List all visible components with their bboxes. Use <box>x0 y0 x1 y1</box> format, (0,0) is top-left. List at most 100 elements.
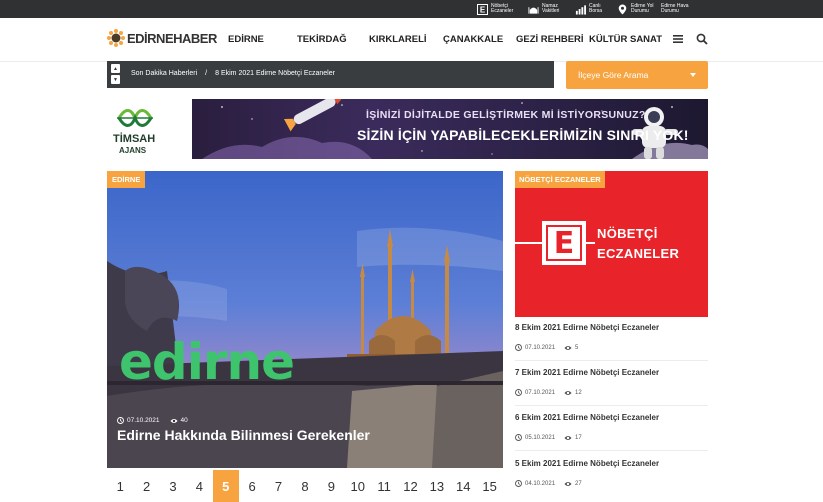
chart-bars-icon <box>575 4 586 15</box>
clock-icon <box>117 417 124 424</box>
ticker-down-arrow-icon[interactable]: ▼ <box>111 75 120 84</box>
hero-date: 07.10.2021 <box>117 417 160 424</box>
list-item[interactable]: 5 Ekim 2021 Edirne Nöbetçi Eczaneler 04.… <box>515 459 708 497</box>
pharmacy-e-icon: E <box>477 3 488 15</box>
page-6-button[interactable]: 6 <box>239 470 265 502</box>
image-text-line1: NÖBETÇİ <box>597 226 658 241</box>
page-14-button[interactable]: 14 <box>450 470 476 502</box>
topbar-pharmacy-label: Nöbetçi Eczaneler <box>491 3 514 14</box>
list-item-date: 04.10.2021 <box>525 480 556 487</box>
topbar-prayer-label: Namaz Vakitleri <box>542 3 560 14</box>
page-11-button[interactable]: 11 <box>371 470 397 502</box>
list-item-title[interactable]: 8 Ekim 2021 Edirne Nöbetçi Eczaneler <box>515 323 659 332</box>
topbar-weather-link[interactable]: Edirne Hava Durumu <box>661 1 695 17</box>
list-item-title[interactable]: 5 Ekim 2021 Edirne Nöbetçi Eczaneler <box>515 459 659 468</box>
page-12-button[interactable]: 12 <box>397 470 423 502</box>
banner-headline-1: İŞİNİZİ DİJİTALDE GELİŞTİRMEK Mİ İSTİYOR… <box>366 109 646 121</box>
page-3-button[interactable]: 3 <box>160 470 186 502</box>
image-line-left <box>515 242 542 244</box>
district-search-dropdown[interactable]: İlçeye Göre Arama <box>566 61 708 89</box>
image-line-right <box>586 242 595 244</box>
list-item-views: 12 <box>575 389 582 396</box>
search-icon[interactable] <box>696 33 708 45</box>
top-utility-bar: E Nöbetçi Eczaneler Namaz Vakitleri Canl… <box>0 0 823 18</box>
featured-news-slider[interactable]: edirne EDİRNE 07.10.2021 40 Edirne Hakkı… <box>107 171 503 468</box>
topbar-road-link[interactable]: Edirne Yol Durumu <box>617 1 657 17</box>
nav-canakkale[interactable]: ÇANAKKALE <box>443 34 503 45</box>
page-8-button[interactable]: 8 <box>292 470 318 502</box>
topbar-pharmacy-link[interactable]: E Nöbetçi Eczaneler <box>477 1 517 17</box>
page-2-button[interactable]: 2 <box>133 470 159 502</box>
list-item[interactable]: 7 Ekim 2021 Edirne Nöbetçi Eczaneler 07.… <box>515 368 708 406</box>
sidebar-category-badge[interactable]: NÖBETÇİ ECZANELER <box>515 171 605 188</box>
hamburger-menu-icon[interactable] <box>672 33 684 45</box>
ticker-up-arrow-icon[interactable]: ▲ <box>111 64 120 73</box>
topbar-stock-link[interactable]: Canlı Borsa <box>575 1 615 17</box>
list-item-meta: 07.10.2021 5 <box>515 344 578 351</box>
banner-headline-2: SİZİN İÇİN YAPABİLECEKLERİMİZİN SINIRI Y… <box>357 127 689 143</box>
list-item-meta: 04.10.2021 27 <box>515 480 582 487</box>
list-item-date: 07.10.2021 <box>525 389 556 396</box>
ticker-separator: / <box>205 70 208 77</box>
nav-kirklareli[interactable]: KIRKLARELİ <box>369 34 427 45</box>
page-1-button[interactable]: 1 <box>107 470 133 502</box>
topbar-prayer-link[interactable]: Namaz Vakitleri <box>528 1 568 17</box>
nav-tekirdag[interactable]: TEKİRDAĞ <box>297 34 347 45</box>
svg-text:E: E <box>480 5 486 14</box>
list-item-meta: 07.10.2021 12 <box>515 389 582 396</box>
nav-edirne[interactable]: EDİRNE <box>228 34 264 45</box>
hero-views-text: 40 <box>180 417 188 424</box>
topbar-road-label: Edirne Yol Durumu <box>631 3 654 14</box>
clock-icon <box>515 480 522 487</box>
list-item-date: 05.10.2021 <box>525 434 556 441</box>
ticker-headline[interactable]: 8 Ekim 2021 Edirne Nöbetçi Eczaneler <box>215 70 335 77</box>
hero-title[interactable]: Edirne Hakkında Bilinmesi Gerekenler <box>117 427 370 443</box>
hero-views: 40 <box>170 417 188 424</box>
list-item-title[interactable]: 7 Ekim 2021 Edirne Nöbetçi Eczaneler <box>515 368 659 377</box>
hero-meta: 07.10.2021 40 <box>117 417 188 424</box>
page-7-button[interactable]: 7 <box>265 470 291 502</box>
chevron-down-icon <box>690 73 696 77</box>
nav-kultur-sanat[interactable]: KÜLTÜR SANAT <box>589 34 662 45</box>
pharmacy-feature-image[interactable]: E NÖBETÇİ ECZANELER NÖBETÇİ ECZANELER <box>515 171 708 317</box>
hero-sign-letters: edirne <box>119 333 295 391</box>
page-10-button[interactable]: 10 <box>345 470 371 502</box>
logo-text: EDİRNEHABER <box>127 30 217 46</box>
banner-brand-name: TİMSAH <box>113 133 156 145</box>
page-9-button[interactable]: 9 <box>318 470 344 502</box>
page-4-button[interactable]: 4 <box>186 470 212 502</box>
site-header: EDİRNEHABER EDİRNE TEKİRDAĞ KIRKLARELİ Ç… <box>0 18 823 62</box>
timsah-logo-icon <box>117 109 153 127</box>
eye-icon <box>564 481 572 486</box>
hero-category-badge[interactable]: EDİRNE <box>107 171 146 188</box>
breaking-news-ticker: ▲ ▼ Son Dakika Haberleri / 8 Ekim 2021 Edi… <box>107 61 554 88</box>
list-item-date: 07.10.2021 <box>525 344 556 351</box>
pharmacy-e-mark: E <box>542 221 586 265</box>
banner-artwork: İŞİNİZİ DİJİTALDE GELİŞTİRMEK Mİ İSTİYOR… <box>192 99 708 159</box>
eye-icon <box>564 345 572 350</box>
slider-pagination: 1 2 3 4 5 6 7 8 9 10 11 12 13 14 15 <box>107 470 503 502</box>
page-5-button[interactable]: 5 <box>212 470 239 502</box>
hero-date-text: 07.10.2021 <box>127 417 160 424</box>
topbar-weather-label: Edirne Hava Durumu <box>661 3 689 14</box>
list-item[interactable]: 8 Ekim 2021 Edirne Nöbetçi Eczaneler 07.… <box>515 323 708 361</box>
pharmacy-e-letter: E <box>546 225 582 261</box>
page-15-button[interactable]: 15 <box>476 470 502 502</box>
ticker-label: Son Dakika Haberleri <box>131 70 198 77</box>
topbar-stock-label: Canlı Borsa <box>589 3 603 14</box>
advertisement-banner[interactable]: TİMSAH AJANS İŞİNİZİ DİJİTALDE GELİŞTİRM… <box>107 99 708 159</box>
clock-icon <box>515 344 522 351</box>
hero-sign-text: edirne <box>119 337 295 387</box>
list-item-title[interactable]: 6 Ekim 2021 Edirne Nöbetçi Eczaneler <box>515 413 659 422</box>
eye-icon <box>564 390 572 395</box>
nav-gezi-rehberi[interactable]: GEZİ REHBERİ <box>516 34 584 45</box>
ticker-text: Son Dakika Haberleri / 8 Ekim 2021 Edirne … <box>131 70 335 77</box>
sunflower-logo-icon <box>107 29 125 47</box>
list-item-views: 17 <box>575 434 582 441</box>
district-search-label: İlçeye Göre Arama <box>578 70 649 80</box>
page-13-button[interactable]: 13 <box>424 470 450 502</box>
list-item[interactable]: 6 Ekim 2021 Edirne Nöbetçi Eczaneler 05.… <box>515 413 708 451</box>
ticker-arrows: ▲ ▼ <box>111 64 120 85</box>
site-logo[interactable]: EDİRNEHABER <box>107 29 217 47</box>
banner-brand-sub: AJANS <box>119 146 147 155</box>
